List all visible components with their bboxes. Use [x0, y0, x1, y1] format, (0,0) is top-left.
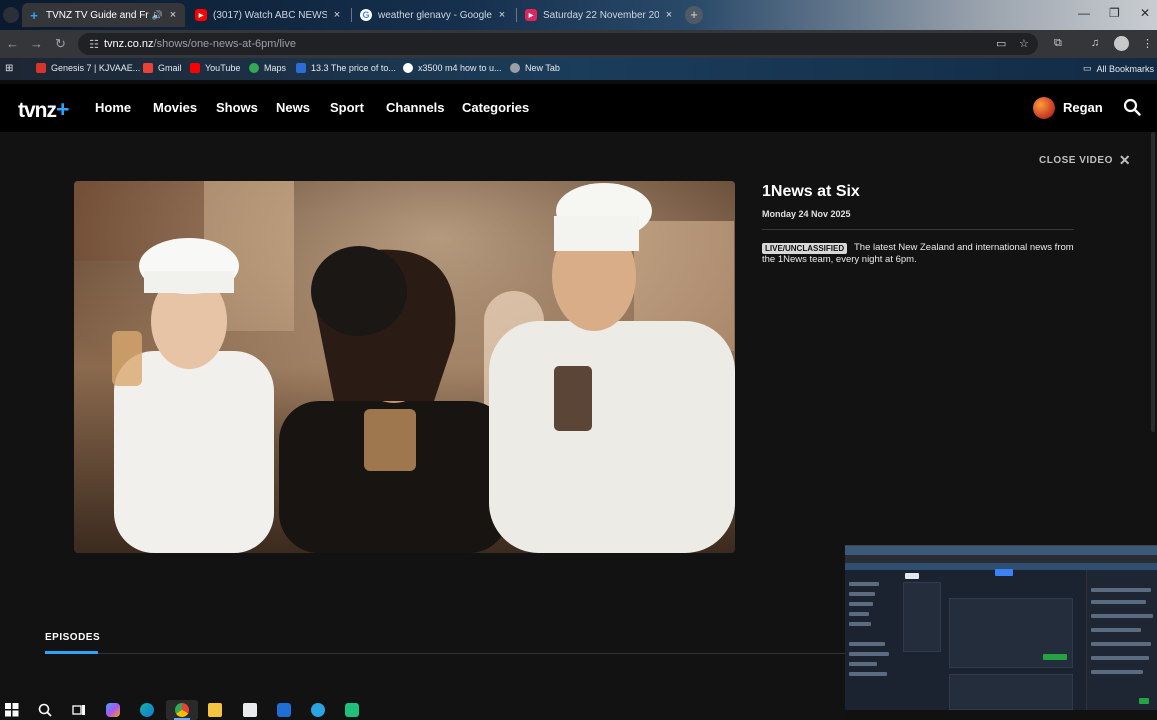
task-view-icon[interactable] [72, 703, 86, 717]
close-window-icon[interactable]: ✕ [1140, 6, 1150, 20]
tab-title: weather glenavy - Google Sear [378, 9, 492, 21]
folder-icon: ▭ [1083, 63, 1092, 73]
browser-tab-strip: + TVNZ TV Guide and Free Li 🔊 × ▶ (3017)… [0, 0, 1157, 30]
bookmark-label: 13.3 The price of to... [311, 63, 396, 73]
divider [762, 229, 1074, 230]
new-tab-button[interactable]: + [685, 6, 703, 24]
nav-categories[interactable]: Categories [462, 100, 529, 115]
scrollbar[interactable] [1151, 132, 1155, 432]
tab-title: (3017) Watch ABC NEWS Austr [213, 9, 327, 21]
restore-icon[interactable]: ❐ [1109, 6, 1120, 20]
close-tab-icon[interactable]: × [663, 9, 675, 21]
bookmark-label: YouTube [205, 63, 241, 73]
menu-icon[interactable]: ⋮ [1142, 37, 1153, 50]
site-header: tvnz+ Home Movies Shows News Sport Chann… [0, 84, 1157, 132]
tab-title: TVNZ TV Guide and Free Li [46, 9, 149, 21]
bookmark-maps[interactable]: Maps [249, 63, 286, 73]
telegram-icon[interactable] [311, 703, 325, 717]
copilot-icon[interactable] [106, 703, 120, 717]
bookmark-gmail[interactable]: Gmail [143, 63, 182, 73]
nav-sport[interactable]: Sport [330, 100, 364, 115]
close-video-label: CLOSE VIDEO [1039, 155, 1113, 166]
close-tab-icon[interactable]: × [496, 9, 508, 21]
bookmark-price[interactable]: 13.3 The price of to... [296, 63, 396, 73]
url-path: /shows/one-news-at-6pm/live [153, 38, 296, 50]
bookmark-star-icon[interactable]: ☆ [1019, 37, 1029, 50]
nav-shows[interactable]: Shows [216, 100, 258, 115]
divider [45, 653, 845, 654]
bookmark-label: x3500 m4 how to u... [418, 63, 502, 73]
all-bookmarks-label: All Bookmarks [1096, 63, 1155, 74]
tab-google-search[interactable]: G weather glenavy - Google Sear × [354, 3, 514, 27]
forward-icon[interactable]: → [30, 36, 43, 51]
program-date: Monday 24 Nov 2025 [762, 209, 851, 219]
chrome-icon[interactable] [175, 703, 189, 717]
user-avatar[interactable] [1033, 97, 1055, 119]
tab-saturday[interactable]: ▶ Saturday 22 November 2025 | × [519, 3, 681, 27]
bookmarks-bar: ⊞ Genesis 7 | KJVAAE... Gmail YouTube Ma… [0, 58, 1157, 80]
tvnz-plus-icon: + [30, 7, 38, 23]
reload-icon[interactable]: ↻ [55, 36, 66, 52]
all-bookmarks[interactable]: ▭ All Bookmarks [1083, 63, 1154, 74]
windows-start-icon[interactable] [5, 703, 19, 717]
google-icon: G [360, 9, 372, 21]
tab-search-button[interactable] [3, 7, 19, 23]
cast-icon[interactable]: ▭ [996, 37, 1006, 50]
apps-grid-icon[interactable]: ⊞ [5, 63, 13, 74]
search-icon[interactable] [1123, 98, 1141, 116]
bookmark-youtube[interactable]: YouTube [190, 63, 240, 73]
bookmark-label: New Tab [525, 63, 560, 73]
windows-taskbar [0, 700, 845, 720]
store-icon[interactable] [243, 703, 257, 717]
bookmark-genesis[interactable]: Genesis 7 | KJVAAE... [36, 63, 140, 73]
username[interactable]: Regan [1063, 100, 1103, 115]
app-icon[interactable] [345, 703, 359, 717]
program-title: 1News at Six [762, 183, 860, 200]
back-icon[interactable]: ← [6, 36, 19, 51]
close-tab-icon[interactable]: × [167, 9, 179, 21]
picture-in-picture-preview[interactable] [845, 545, 1157, 720]
close-tab-icon[interactable]: × [331, 9, 343, 21]
site-info-icon[interactable]: ☷ [84, 38, 104, 51]
tab-episodes[interactable]: EPISODES [45, 632, 100, 643]
nav-channels[interactable]: Channels [386, 100, 445, 115]
nav-movies[interactable]: Movies [153, 100, 197, 115]
video-frame-image [74, 181, 735, 553]
bookmark-label: Maps [264, 63, 287, 73]
edge-icon[interactable] [140, 703, 154, 717]
url-host: tvnz.co.nz [104, 38, 154, 50]
profile-avatar[interactable] [1114, 36, 1129, 51]
extensions-icon[interactable]: ⧉ [1054, 37, 1062, 50]
browser-toolbar: ← → ↻ ☷ tvnz.co.nz /shows/one-news-at-6p… [0, 30, 1157, 58]
media-icon[interactable]: ♫ [1091, 37, 1099, 49]
bookmark-x3500[interactable]: x3500 m4 how to u... [403, 63, 502, 73]
nav-home[interactable]: Home [95, 100, 131, 115]
audio-icon[interactable]: 🔊 [152, 10, 163, 21]
bookmark-label: Genesis 7 | KJVAAE... [51, 63, 141, 73]
tab-title: Saturday 22 November 2025 | [543, 9, 659, 21]
search-icon[interactable] [38, 703, 52, 717]
close-icon: ✕ [1118, 152, 1132, 168]
classification-badge: LIVE/UNCLASSIFIED [762, 243, 848, 254]
bookmark-label: Gmail [158, 63, 182, 73]
video-player[interactable] [74, 181, 735, 553]
active-tab-indicator [45, 651, 98, 654]
address-bar[interactable]: ☷ tvnz.co.nz /shows/one-news-at-6pm/live [78, 33, 1038, 55]
close-video-button[interactable]: CLOSE VIDEO ✕ [1039, 152, 1131, 169]
file-explorer-icon[interactable] [208, 703, 222, 717]
tab-youtube[interactable]: ▶ (3017) Watch ABC NEWS Austr × [189, 3, 349, 27]
outlook-icon[interactable] [277, 703, 291, 717]
tvnz-logo[interactable]: tvnz+ [18, 96, 69, 123]
nav-news[interactable]: News [276, 100, 310, 115]
youtube-icon: ▶ [195, 9, 207, 21]
play-icon: ▶ [525, 9, 537, 21]
tab-tvnz[interactable]: + TVNZ TV Guide and Free Li 🔊 × [22, 3, 185, 27]
bookmark-new-tab[interactable]: New Tab [510, 63, 560, 73]
minimize-icon[interactable]: — [1078, 6, 1090, 20]
